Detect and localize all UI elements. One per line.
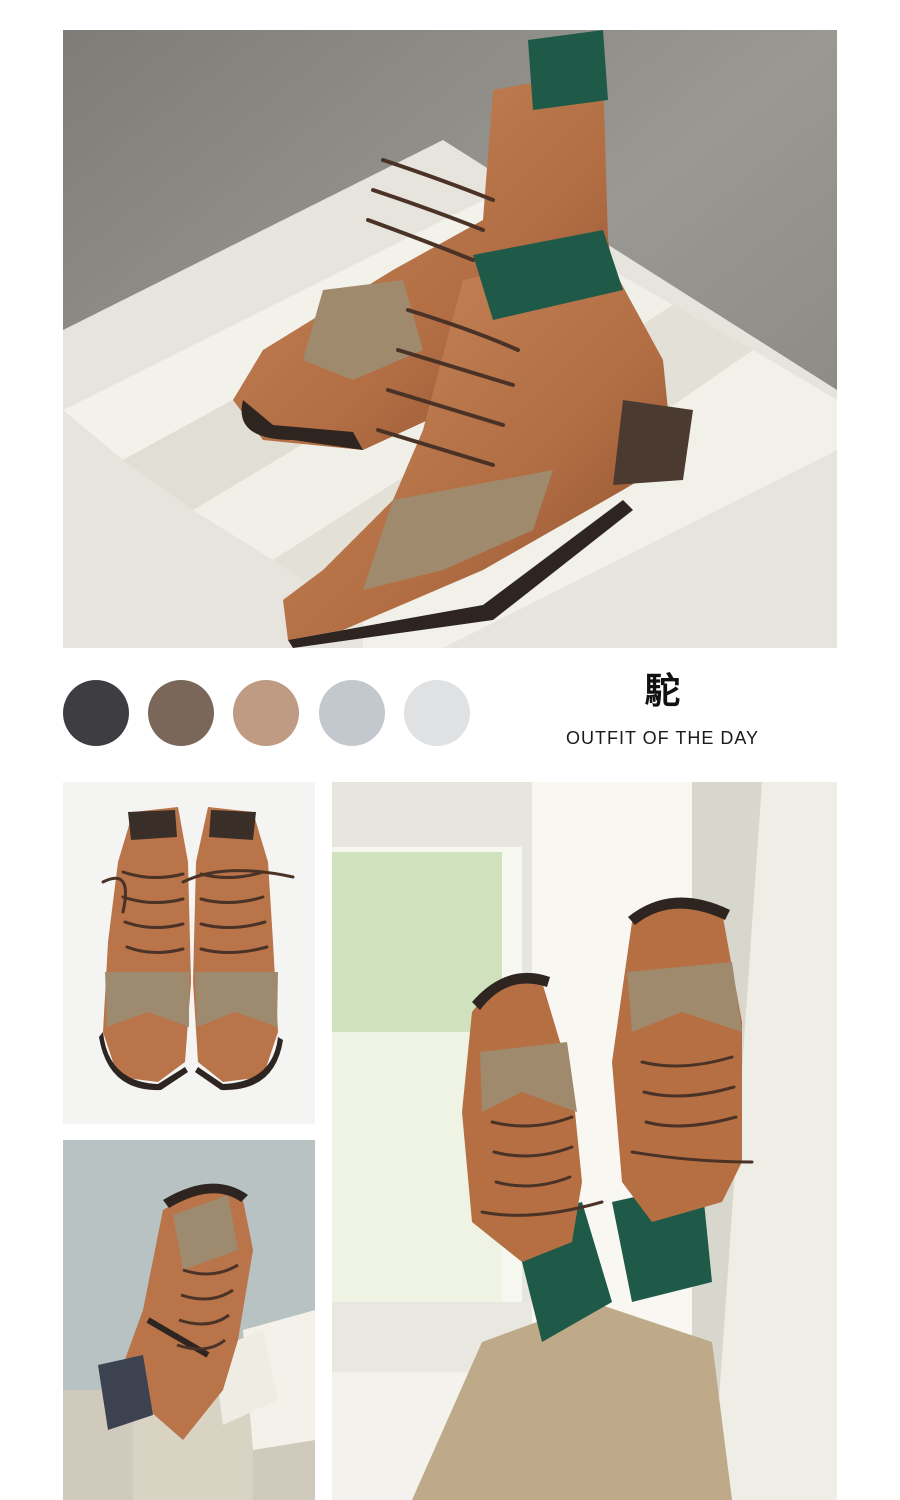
swatch-charcoal bbox=[63, 680, 129, 746]
hero-photo-boots-on-bench bbox=[63, 30, 837, 648]
swatch-tan bbox=[233, 680, 299, 746]
top-view-illustration bbox=[63, 782, 315, 1124]
photo-boots-top-view bbox=[63, 782, 315, 1124]
photo-boot-side-view bbox=[63, 1140, 315, 1500]
title-character: 駝 bbox=[644, 671, 681, 712]
swatch-cool-gray bbox=[319, 680, 385, 746]
side-view-illustration bbox=[63, 1140, 315, 1500]
swatch-mocha bbox=[148, 680, 214, 746]
subtitle-outfit-of-the-day: OUTFIT OF THE DAY bbox=[565, 728, 759, 748]
window-view-illustration bbox=[332, 782, 837, 1500]
swatch-light-gray bbox=[404, 680, 470, 746]
hero-photo-illustration bbox=[63, 30, 837, 648]
title-block: 駝 OUTFIT OF THE DAY bbox=[530, 668, 795, 749]
photo-boots-by-window bbox=[332, 782, 837, 1500]
